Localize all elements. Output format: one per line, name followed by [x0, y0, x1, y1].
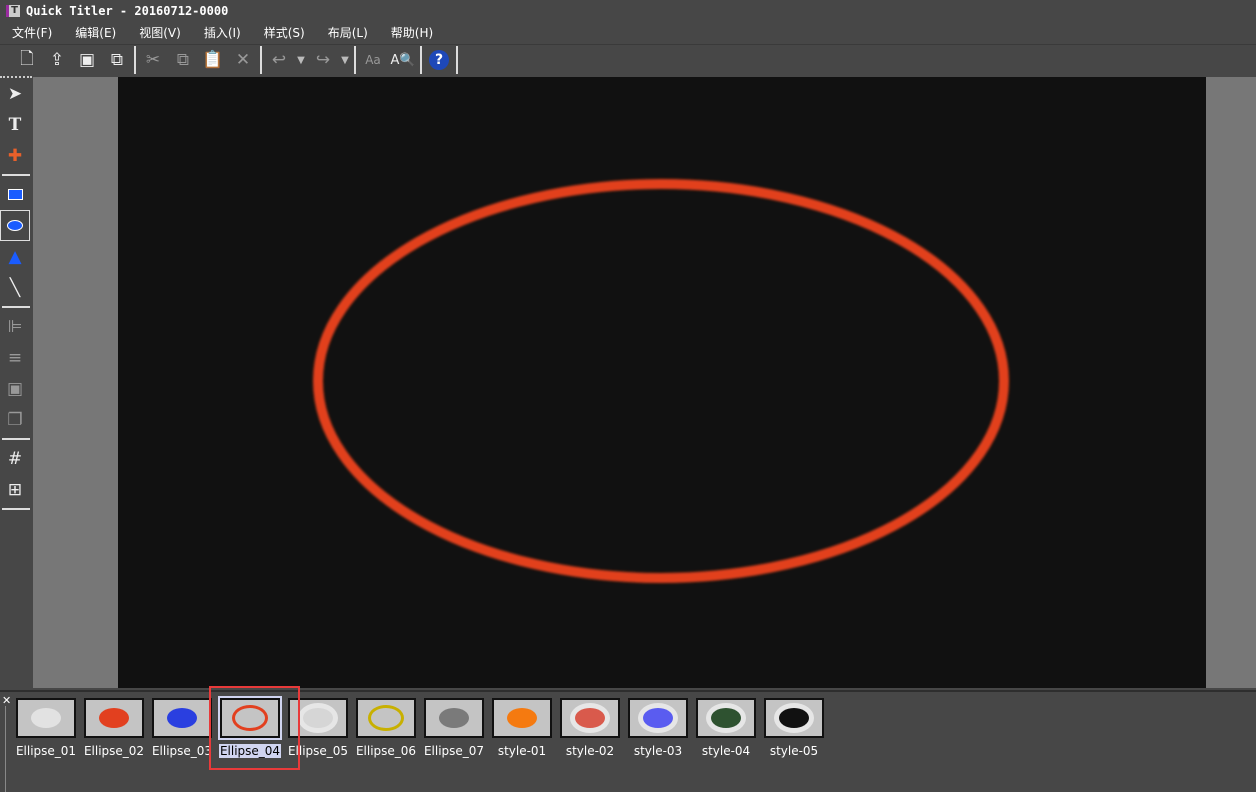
canvas-drawing	[313, 179, 1009, 583]
table-icon[interactable]: ⊞	[0, 474, 30, 505]
ellipse-preview	[439, 708, 469, 728]
menu-view[interactable]: 视图(V)	[139, 24, 181, 41]
style-label: style-04	[701, 744, 751, 758]
cut-icon[interactable]: ✂	[138, 46, 168, 74]
window-title: Quick Titler - 20160712-0000	[26, 4, 229, 18]
style-label: style-01	[497, 744, 547, 758]
copy-icon[interactable]: ⧉	[168, 46, 198, 74]
style-thumbnail[interactable]	[492, 698, 552, 738]
title-canvas[interactable]	[118, 77, 1206, 688]
divider	[456, 46, 458, 74]
divider	[420, 46, 422, 74]
align-icon[interactable]: ⊫	[0, 311, 30, 342]
ellipse-shape[interactable]	[313, 179, 1009, 583]
divider	[354, 46, 356, 74]
style-label: style-05	[769, 744, 819, 758]
help-icon: ?	[429, 50, 449, 70]
style-item[interactable]: style-05	[762, 698, 826, 759]
style-item[interactable]: style-04	[694, 698, 758, 759]
divider	[2, 508, 30, 510]
style-item[interactable]: Ellipse_06	[354, 698, 418, 759]
style-item[interactable]: style-02	[558, 698, 622, 759]
save-icon[interactable]: ▣	[72, 46, 102, 74]
panel-grip[interactable]	[5, 706, 8, 792]
paste-icon[interactable]: 📋	[198, 46, 228, 74]
menu-layout[interactable]: 布局(L)	[328, 24, 368, 41]
menu-bar: 文件(F) 编辑(E) 视图(V) 插入(I) 样式(S) 布局(L) 帮助(H…	[0, 22, 456, 42]
style-item[interactable]: Ellipse_01	[14, 698, 78, 759]
ellipse-preview	[368, 705, 404, 731]
style-thumbnail[interactable]	[152, 698, 212, 738]
select-tool-icon[interactable]: ➤	[0, 78, 30, 109]
main-toolbar: 🗋 ⇪ ▣ ⧉ ✂ ⧉ 📋 ✕ ↩ ▼ ↪ ▼ Aa A🔍 ?	[0, 44, 1256, 75]
divider	[260, 46, 262, 74]
style-thumbnail[interactable]	[356, 698, 416, 738]
style-label: Ellipse_03	[151, 744, 213, 758]
undo-icon[interactable]: ↩	[264, 46, 294, 74]
center-icon[interactable]: ▣	[0, 373, 30, 404]
ellipse-preview	[99, 708, 129, 728]
menu-help[interactable]: 帮助(H)	[391, 24, 433, 41]
find-text-icon[interactable]: A🔍	[388, 46, 418, 74]
help-button[interactable]: ?	[424, 46, 454, 74]
import-icon[interactable]: ⇪	[42, 46, 72, 74]
ellipse-preview	[643, 708, 673, 728]
style-item[interactable]: Ellipse_07	[422, 698, 486, 759]
ellipse-preview	[779, 708, 809, 728]
style-thumbnail[interactable]	[560, 698, 620, 738]
style-item[interactable]: style-01	[490, 698, 554, 759]
style-label: style-03	[633, 744, 683, 758]
style-label: Ellipse_01	[15, 744, 77, 758]
delete-icon[interactable]: ✕	[228, 46, 258, 74]
menu-style[interactable]: 样式(S)	[264, 24, 305, 41]
style-label: Ellipse_07	[423, 744, 485, 758]
style-item[interactable]: Ellipse_03	[150, 698, 214, 759]
style-palette: ✕ Ellipse_01 Ellipse_02 Ellipse_03 Ellipse_…	[0, 686, 1256, 792]
ellipse-tool-icon[interactable]	[0, 210, 30, 241]
tools-panel: ➤ T ✚ ▲ ╲ ⊫ ≡ ▣ ❐ # ⊞	[0, 76, 32, 690]
ellipse-preview	[711, 708, 741, 728]
style-label: Ellipse_06	[355, 744, 417, 758]
divider	[2, 306, 30, 308]
rectangle-tool-icon[interactable]	[0, 179, 30, 210]
divider	[134, 46, 136, 74]
arrange-order-icon[interactable]: ❐	[0, 404, 30, 435]
divider	[2, 174, 30, 176]
ellipse-preview	[303, 708, 333, 728]
menu-edit[interactable]: 编辑(E)	[75, 24, 116, 41]
style-item[interactable]: style-03	[626, 698, 690, 759]
redo-icon[interactable]: ↪	[308, 46, 338, 74]
grid-icon[interactable]: #	[0, 443, 30, 474]
menu-file[interactable]: 文件(F)	[12, 24, 52, 41]
style-thumbnail[interactable]	[764, 698, 824, 738]
style-label: style-02	[565, 744, 615, 758]
selection-highlight	[209, 686, 300, 770]
distribute-icon[interactable]: ≡	[0, 342, 30, 373]
style-thumbnail[interactable]	[16, 698, 76, 738]
ellipse-preview	[575, 708, 605, 728]
crop-tool-icon[interactable]: ✚	[0, 140, 30, 171]
style-thumbnail[interactable]	[696, 698, 756, 738]
redo-dropdown-icon[interactable]: ▼	[338, 55, 352, 66]
ellipse-preview	[167, 708, 197, 728]
menu-insert[interactable]: 插入(I)	[204, 24, 241, 41]
ellipse-preview	[31, 708, 61, 728]
style-label: Ellipse_02	[83, 744, 145, 758]
style-item[interactable]: Ellipse_02	[82, 698, 146, 759]
style-thumbnail[interactable]	[84, 698, 144, 738]
text-tool-icon[interactable]: T	[0, 109, 30, 140]
new-file-icon[interactable]: 🗋	[12, 46, 42, 74]
font-style-icon[interactable]: Aa	[358, 46, 388, 74]
style-thumbnail[interactable]	[628, 698, 688, 738]
ellipse-preview	[507, 708, 537, 728]
workspace	[33, 77, 1256, 688]
save-all-icon[interactable]: ⧉	[102, 46, 132, 74]
title-bar: T Quick Titler - 20160712-0000	[0, 0, 1256, 22]
undo-dropdown-icon[interactable]: ▼	[294, 55, 308, 66]
app-icon: T	[6, 5, 20, 17]
style-thumbnail[interactable]	[424, 698, 484, 738]
divider	[2, 438, 30, 440]
line-tool-icon[interactable]: ╲	[0, 272, 30, 303]
triangle-tool-icon[interactable]: ▲	[0, 241, 30, 272]
